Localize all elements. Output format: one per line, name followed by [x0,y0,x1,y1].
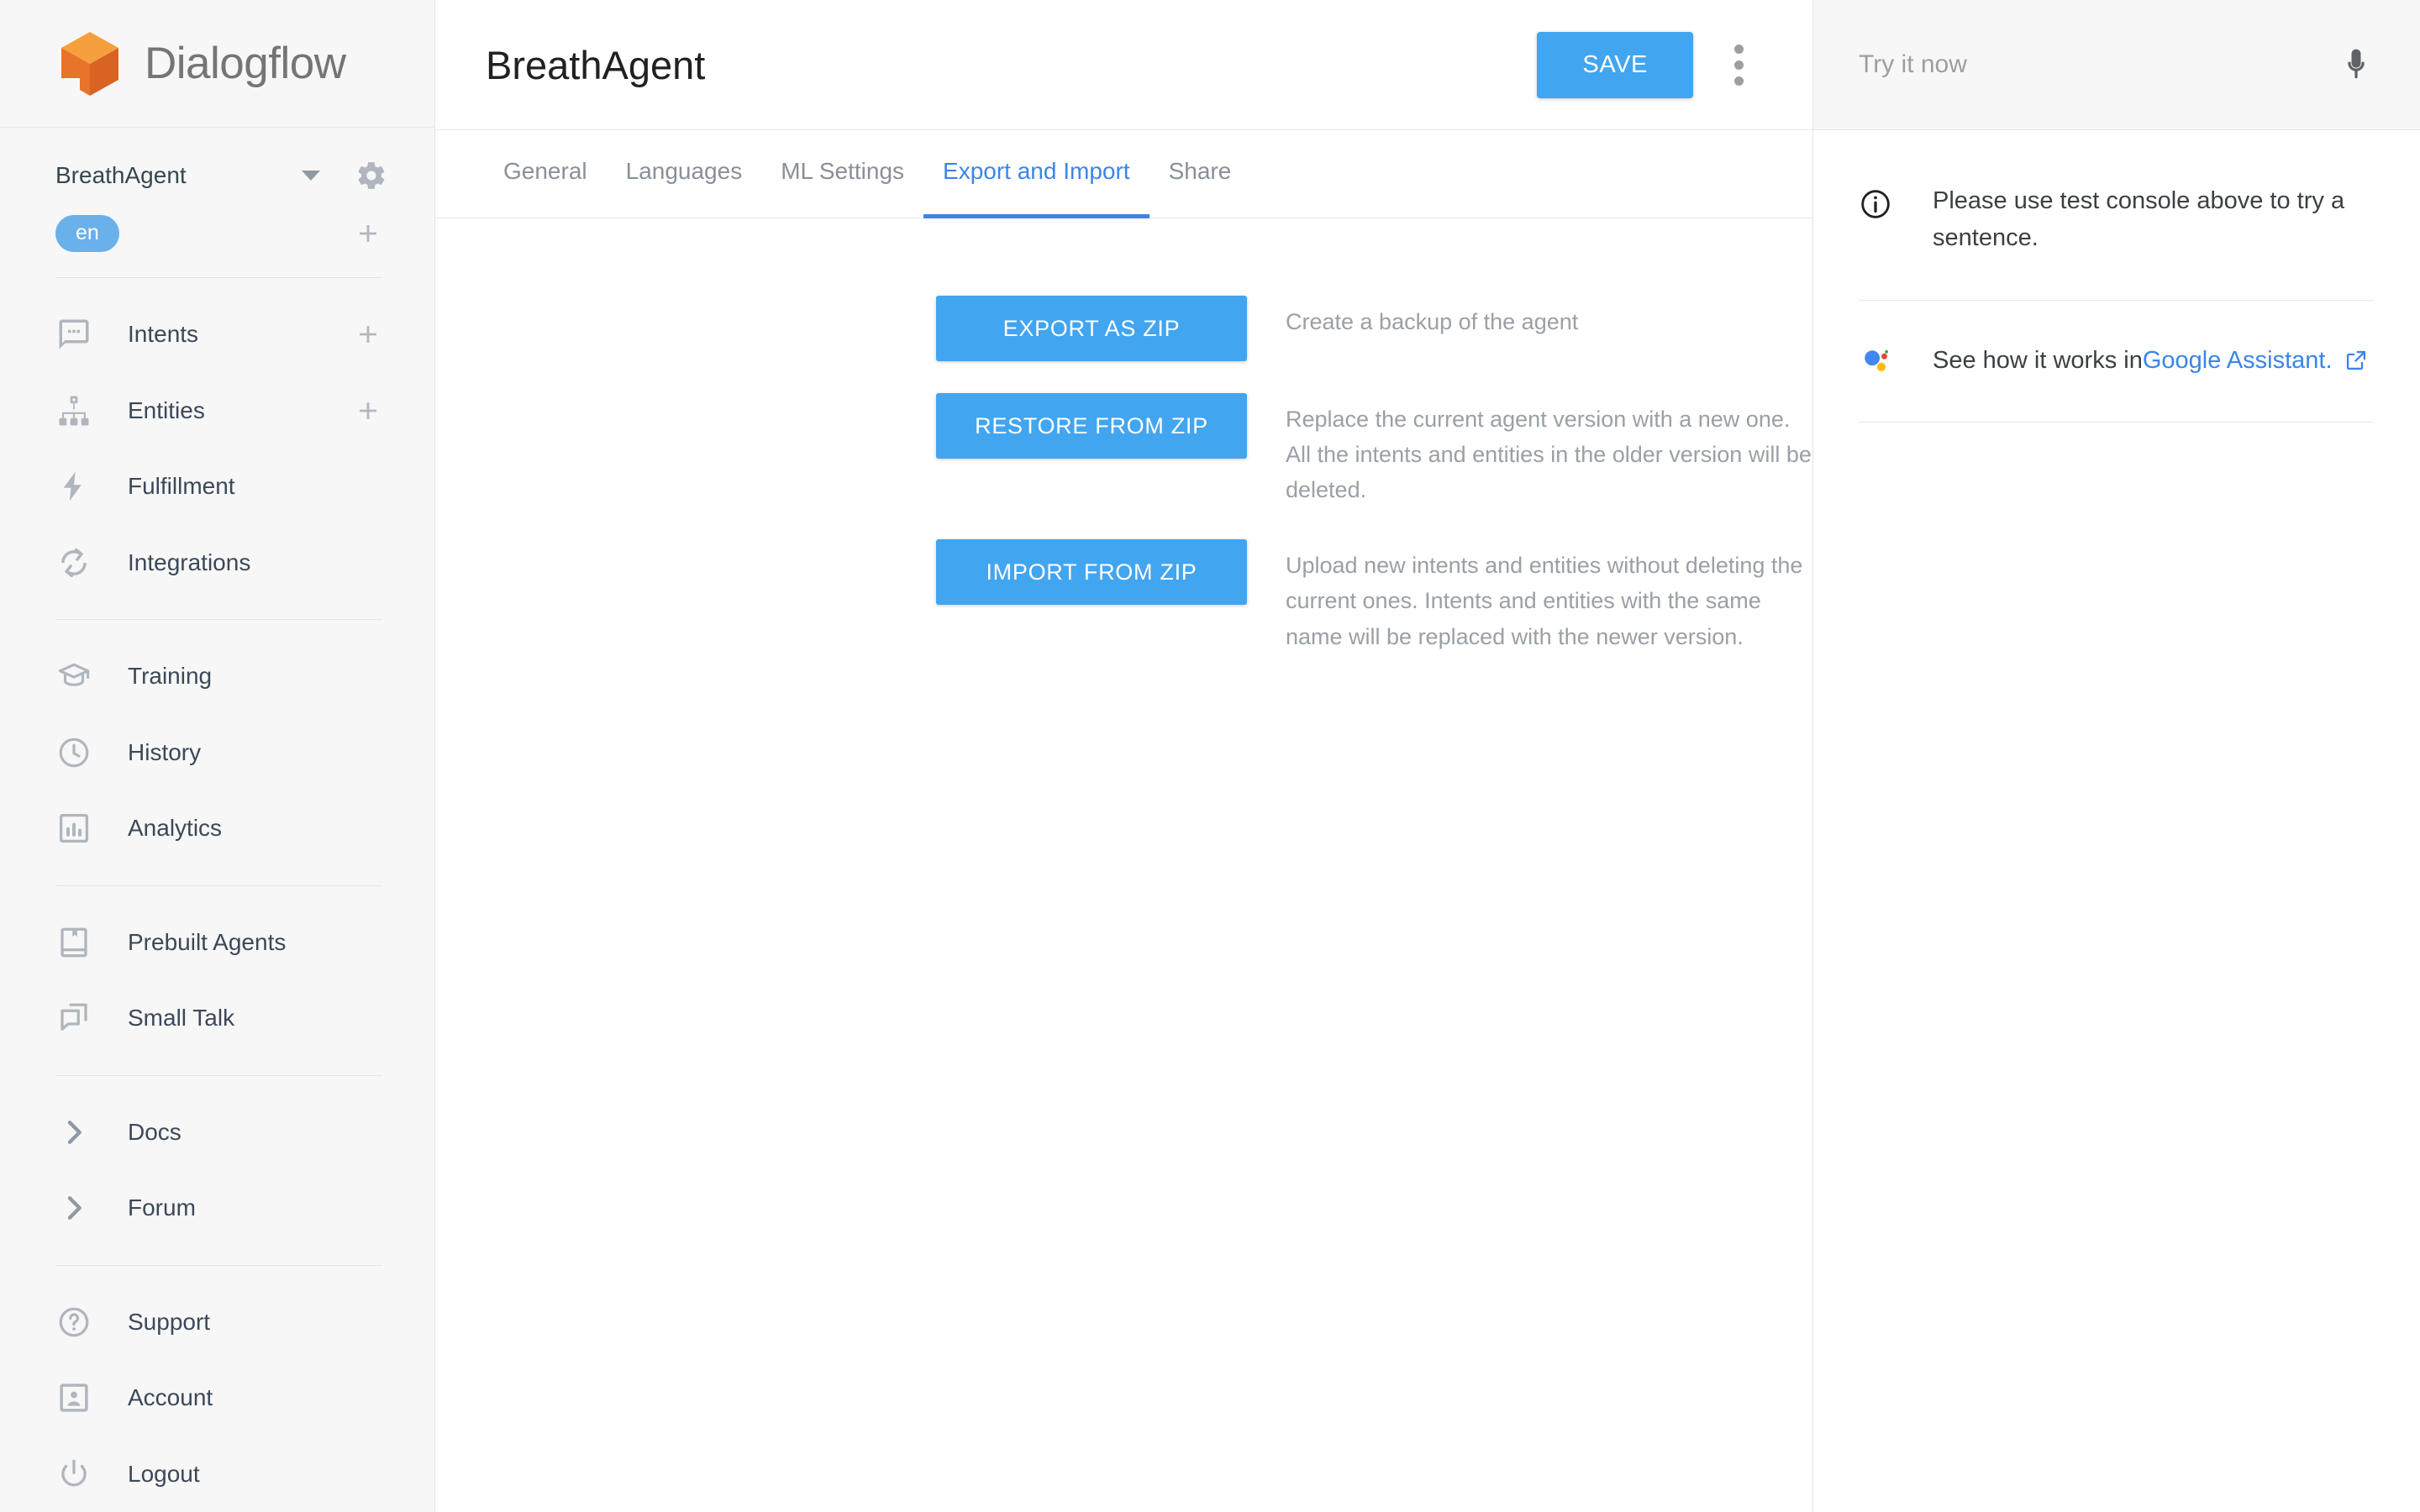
sidebar-item-integrations[interactable]: Integrations [0,525,434,601]
sidebar-item-label: History [128,738,202,765]
export-as-zip-button[interactable]: EXPORT AS ZIP [936,296,1247,361]
chevron-down-icon[interactable] [302,170,320,181]
google-assistant-row[interactable]: See how it works in Google Assistant. [1813,301,2420,378]
sidebar-item-label: Logout [128,1460,200,1487]
sidebar-item-history[interactable]: History [0,715,434,791]
help-circle-icon [55,1304,92,1341]
sidebar-divider [55,277,382,279]
panel-divider [1859,422,2373,423]
sidebar-item-label: Small Talk [128,1005,235,1032]
try-it-now-input[interactable] [1859,50,2338,79]
sidebar-item-label: Integrations [128,549,251,575]
kebab-dot [1733,60,1744,70]
tab-ml-settings[interactable]: ML Settings [761,130,923,218]
sidebar-item-label: Docs [128,1118,182,1145]
sidebar-divider [55,1074,382,1076]
agent-name-label: BreathAgent [55,161,187,188]
sidebar-divider [55,885,382,886]
sidebar-item-label: Entities [128,396,205,423]
try-it-now-bar [1813,0,2420,130]
book-bookmark-icon [55,924,92,961]
chevron-right-icon [55,1189,92,1226]
sidebar-item-support[interactable]: Support [0,1284,434,1361]
assistant-prefix: See how it works in [1933,346,2143,374]
google-assistant-icon [1859,343,1894,378]
import-from-zip-row: IMPORT FROM ZIP Upload new intents and e… [936,539,1812,654]
restore-from-zip-description: Replace the current agent version with a… [1286,407,1812,503]
test-console-hint: Please use test console above to try a s… [1813,130,2420,256]
dialogflow-cube-logo-icon [57,29,123,98]
test-console-hint-text: Please use test console above to try a s… [1933,187,2345,252]
power-icon [55,1456,92,1493]
export-as-zip-row: EXPORT AS ZIP Create a backup of the age… [936,296,1812,361]
chat-bubble-icon [55,316,92,353]
microphone-icon[interactable] [2338,46,2375,83]
graduation-cap-icon [55,658,92,695]
sync-arrows-icon [55,544,92,581]
sidebar-item-label: Prebuilt Agents [128,928,287,955]
sidebar-divider [55,619,382,621]
clock-icon [55,734,92,771]
sidebar-item-label: Training [128,663,213,690]
sidebar-item-label: Fulfillment [128,473,235,500]
add-intent-plus-icon[interactable] [354,320,382,349]
kebab-dot [1733,76,1744,86]
info-circle-icon [1859,187,1892,221]
agent-selector[interactable]: BreathAgent [0,143,434,207]
chevron-right-icon [55,1114,92,1151]
google-assistant-text: See how it works in Google Assistant. [1933,347,2368,375]
sidebar-item-analytics[interactable]: Analytics [0,790,434,867]
sidebar-item-forum[interactable]: Forum [0,1170,434,1247]
sidebar-item-fulfillment[interactable]: Fulfillment [0,449,434,525]
app-root: Dialogflow BreathAgent en Intents Entiti… [0,0,2420,1512]
save-button[interactable]: SAVE [1537,31,1693,98]
external-link-icon[interactable] [2344,349,2368,372]
restore-from-zip-button[interactable]: RESTORE FROM ZIP [936,393,1247,459]
add-entity-plus-icon[interactable] [354,396,382,425]
import-from-zip-description: Upload new intents and entities without … [1286,553,1803,649]
settings-tabs: General Languages ML Settings Export and… [435,130,1812,218]
sidebar-item-small-talk[interactable]: Small Talk [0,980,434,1057]
kebab-menu-icon[interactable] [1713,39,1764,90]
tab-export-and-import[interactable]: Export and Import [923,130,1150,218]
brand-logo-bar[interactable]: Dialogflow [0,0,434,129]
tab-languages[interactable]: Languages [607,130,762,218]
language-chip-en[interactable]: en [55,214,119,252]
main-content: BreathAgent SAVE General Languages ML Se… [435,0,1813,1512]
sidebar-item-entities[interactable]: Entities [0,373,434,449]
account-box-icon [55,1379,92,1416]
import-from-zip-button[interactable]: IMPORT FROM ZIP [936,539,1247,606]
sidebar-item-prebuilt-agents[interactable]: Prebuilt Agents [0,905,434,981]
sidebar-item-logout[interactable]: Logout [0,1436,434,1512]
sidebar-item-account[interactable]: Account [0,1360,434,1436]
sidebar-item-label: Forum [128,1194,196,1221]
sidebar-divider [55,1264,382,1266]
try-it-now-panel: Please use test console above to try a s… [1813,0,2420,1512]
sitemap-icon [55,392,92,429]
sidebar-item-label: Support [128,1308,211,1335]
tab-general[interactable]: General [484,130,607,218]
restore-from-zip-row: RESTORE FROM ZIP Replace the current age… [936,393,1812,507]
sidebar-item-training[interactable]: Training [0,638,434,715]
sidebar: Dialogflow BreathAgent en Intents Entiti… [0,0,435,1512]
tab-share[interactable]: Share [1150,130,1251,218]
page-header: BreathAgent SAVE [435,0,1812,130]
export-import-panel: EXPORT AS ZIP Create a backup of the age… [435,218,1812,675]
sidebar-item-docs[interactable]: Docs [0,1095,434,1171]
gear-icon[interactable] [355,160,387,192]
sidebar-item-label: Analytics [128,815,223,842]
sidebar-item-intents[interactable]: Intents [0,297,434,373]
export-as-zip-description: Create a backup of the agent [1286,309,1579,334]
add-language-plus-icon[interactable] [354,219,382,248]
language-row: en [0,207,434,259]
lightning-bolt-icon [55,468,92,505]
kebab-dot [1733,44,1744,54]
brand-name: Dialogflow [145,39,346,89]
duplicate-chat-icon [55,1000,92,1037]
page-title: BreathAgent [486,42,706,87]
google-assistant-link[interactable]: Google Assistant. [2143,347,2333,375]
bar-chart-icon [55,810,92,847]
sidebar-item-label: Account [128,1384,213,1411]
sidebar-item-label: Intents [128,321,199,348]
